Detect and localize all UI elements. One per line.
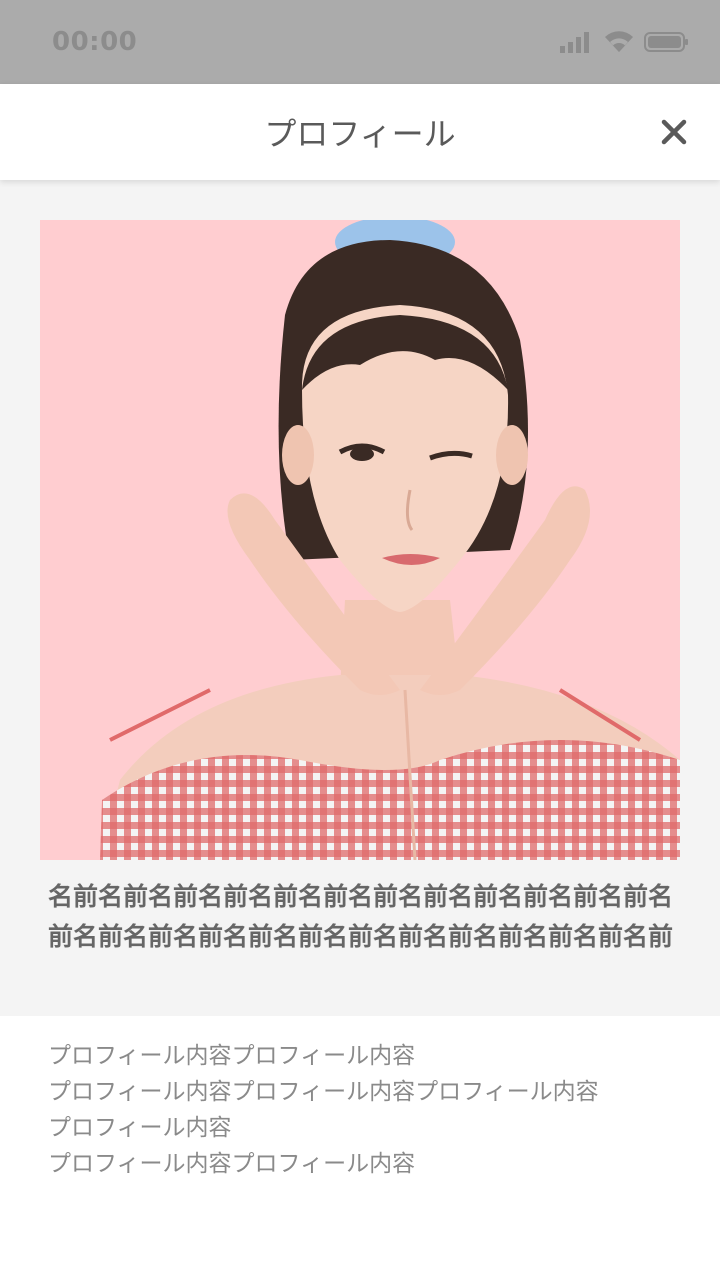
profile-content: プロフィール内容プロフィール内容 プロフィール内容プロフィール内容プロフィール内… xyxy=(0,1016,720,1280)
profile-content-line: プロフィール内容プロフィール内容 xyxy=(48,1151,416,1177)
profile-content-line: プロフィール内容 xyxy=(48,1115,232,1141)
status-bar: 00:00 xyxy=(0,0,720,84)
battery-icon xyxy=(644,32,688,52)
status-time: 00:00 xyxy=(52,27,138,57)
profile-photo xyxy=(40,220,680,860)
close-button[interactable] xyxy=(654,112,694,152)
status-icons xyxy=(560,30,690,54)
profile-name: 名前名前名前名前名前名前名前名前名前名前名前名前名前名前名前名前名前名前名前名前… xyxy=(48,882,674,951)
profile-header-section: 名前名前名前名前名前名前名前名前名前名前名前名前名前名前名前名前名前名前名前名前… xyxy=(0,180,720,1016)
profile-content-line: プロフィール内容プロフィール内容 xyxy=(48,1043,416,1069)
header: プロフィール xyxy=(0,84,720,180)
page-title: プロフィール xyxy=(264,115,456,153)
signal-icon xyxy=(560,32,589,53)
profile-photo-illustration xyxy=(100,220,680,860)
close-icon[interactable] xyxy=(661,119,687,145)
profile-content-line: プロフィール内容プロフィール内容プロフィール内容 xyxy=(48,1079,599,1105)
wifi-icon xyxy=(605,31,633,52)
